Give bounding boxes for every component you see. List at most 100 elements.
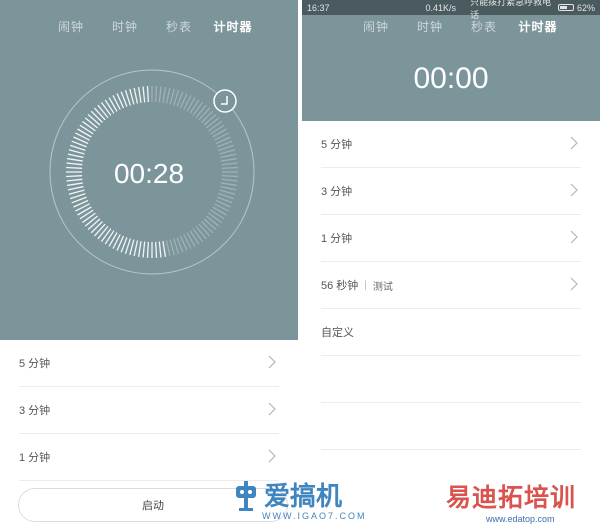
tab-stopwatch[interactable]: 秒表 — [457, 18, 511, 35]
timer-display: 00:00 — [413, 62, 489, 95]
status-bar: 16:37 0.41K/s 只能拨打紧急呼救电话 62% — [302, 0, 600, 20]
dial-tick — [208, 212, 222, 224]
tab-bar: 闹钟 时钟 秒表 计时器 — [0, 18, 298, 35]
tab-timer[interactable]: 计时器 — [206, 18, 260, 35]
dial-handle[interactable] — [213, 89, 237, 113]
dial-tick — [203, 218, 217, 231]
preset-item-5min[interactable]: 5 分钟 — [321, 121, 581, 168]
preset-item-56sec[interactable]: 56 秒钟 | 测试 — [321, 262, 581, 309]
dial-tick — [219, 149, 236, 155]
tab-alarm[interactable]: 闹钟 — [349, 18, 403, 35]
dial-tick — [146, 241, 149, 258]
dial-tick — [129, 239, 135, 256]
timer-countdown-display: 00:28 — [113, 158, 185, 189]
preset-list: 5 分钟 3 分钟 1 分钟 56 秒钟 | 测试 自定义 — [302, 121, 600, 450]
dial-tick — [87, 113, 101, 126]
dial-tick — [162, 241, 167, 258]
dial-tick — [210, 209, 225, 220]
battery-level: 62% — [576, 2, 595, 13]
dial-tick — [169, 88, 175, 105]
dial-tick — [129, 88, 135, 105]
dial-tick — [205, 215, 220, 227]
dial-tick — [220, 153, 237, 159]
preset-label: 1 分钟 — [321, 233, 353, 245]
dial-tick — [84, 117, 99, 129]
dial-tick — [142, 241, 146, 258]
dial-tick — [97, 104, 109, 119]
dial-tick — [158, 86, 162, 103]
dial-tick — [133, 87, 139, 104]
preset-label: 1 分钟 — [19, 452, 51, 464]
custom-preset-item[interactable]: 自定义 — [321, 309, 581, 356]
chevron-right-icon — [570, 230, 578, 244]
tab-clock[interactable]: 时钟 — [403, 18, 457, 35]
battery-icon — [557, 4, 574, 11]
watermark-brand: 易迪拓培训 — [446, 483, 577, 512]
preset-label: 5 分钟 — [19, 358, 51, 370]
preset-label: 自定义 — [321, 327, 354, 339]
dial-tick — [87, 218, 101, 231]
dial-tick — [169, 239, 175, 256]
dial-tick — [205, 117, 220, 129]
preset-label: 5 分钟 — [321, 139, 353, 151]
dial-tick — [192, 228, 204, 242]
preset-item-1min[interactable]: 1 分钟 — [19, 434, 279, 481]
timer-screen-presets: 16:37 0.41K/s 只能拨打紧急呼救电话 62% 闹钟 时钟 秒表 计时… — [302, 0, 600, 532]
tab-stopwatch[interactable]: 秒表 — [152, 18, 206, 35]
timer-screen-running: 闹钟 时钟 秒表 计时器 00:28 5 分钟 3 分钟 1 分钟 启动 — [0, 0, 298, 532]
dial-tick — [146, 86, 149, 103]
watermark-edatop: 易迪拓培训 www.edatop.com — [446, 478, 576, 524]
tab-clock[interactable]: 时钟 — [98, 18, 152, 35]
dial-tick — [104, 99, 115, 114]
tab-bar: 闹钟 时钟 秒表 计时器 — [302, 18, 600, 35]
watermark-url: WWW.IGAO7.COM — [262, 511, 367, 521]
battery-indicator: 62% — [557, 2, 595, 13]
preset-item-3min[interactable]: 3 分钟 — [321, 168, 581, 215]
dial-tick — [97, 225, 109, 240]
dial-tick — [203, 113, 217, 126]
dial-tick — [195, 225, 207, 240]
dial-tick — [198, 223, 211, 237]
preset-item-3min[interactable]: 3 分钟 — [19, 387, 279, 434]
dial-tick — [93, 107, 106, 121]
preset-label: 56 秒钟 — [321, 280, 359, 292]
dial-tick — [192, 102, 204, 116]
dial-tick — [165, 240, 171, 257]
dial-tick — [68, 189, 85, 195]
dial-tick — [90, 221, 103, 234]
dial-tick — [137, 86, 142, 103]
preset-label: 3 分钟 — [19, 405, 51, 417]
dial-tick — [201, 110, 214, 123]
timer-header-panel: 闹钟 时钟 秒表 计时器 00:28 — [0, 0, 298, 340]
tab-timer[interactable]: 计时器 — [511, 18, 565, 35]
dial-tick — [93, 223, 106, 237]
dial-tick — [100, 102, 112, 116]
status-time: 16:37 — [307, 2, 330, 13]
chevron-right-icon — [268, 355, 276, 369]
chevron-right-icon — [570, 183, 578, 197]
chevron-right-icon — [570, 136, 578, 150]
watermark-brand: 爱搞机 — [264, 482, 343, 512]
preset-item-1min[interactable]: 1 分钟 — [321, 215, 581, 262]
dial-tick — [104, 230, 115, 245]
empty-row — [321, 403, 581, 450]
chevron-right-icon — [268, 402, 276, 416]
dial-tick — [100, 228, 112, 242]
dial-tick — [82, 120, 96, 132]
timer-header-panel: 16:37 0.41K/s 只能拨打紧急呼救电话 62% 闹钟 时钟 秒表 计时… — [302, 0, 600, 121]
dial-tick — [195, 104, 207, 119]
dial-tick — [84, 215, 99, 227]
dial-tick — [189, 99, 200, 114]
dial-tick — [68, 149, 85, 155]
dial-tick — [201, 221, 214, 234]
preset-label: 3 分钟 — [321, 186, 353, 198]
tab-alarm[interactable]: 闹钟 — [44, 18, 98, 35]
preset-item-5min[interactable]: 5 分钟 — [19, 340, 279, 387]
dial-tick — [79, 124, 94, 135]
dial-tick — [210, 124, 225, 135]
dial-tick — [82, 212, 96, 224]
dial-tick — [155, 241, 158, 258]
status-net-speed: 0.41K/s — [425, 2, 457, 13]
dial-tick — [189, 230, 200, 245]
dial-tick — [142, 86, 146, 103]
